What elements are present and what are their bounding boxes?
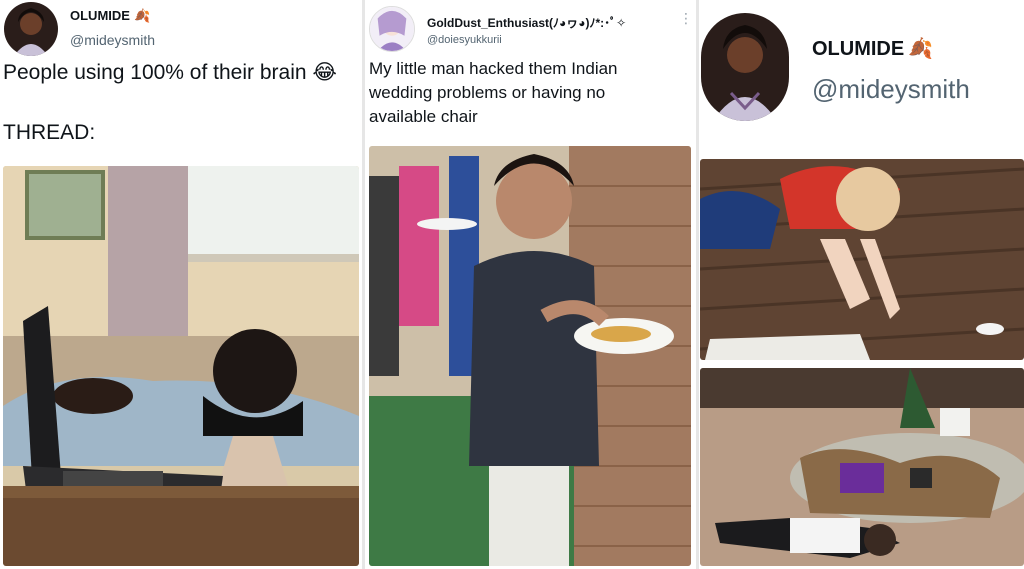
tweet-panel-left: OLUMIDE 🍂 @mideysmith People using 100% o… <box>0 0 362 569</box>
more-options-icon[interactable]: ⋮ <box>679 10 693 27</box>
leaf-emoji-icon: 🍂 <box>908 38 934 60</box>
leaf-emoji-icon: 🍂 <box>133 8 151 23</box>
avatar[interactable] <box>701 13 789 121</box>
tweet-text-thread: THREAD: <box>3 121 96 144</box>
author-name[interactable]: OLUMIDE 🍂 <box>70 8 150 24</box>
boy-plate-on-wall-photo[interactable] <box>369 146 691 566</box>
author-name[interactable]: GoldDust_Enthusiast(ﾉ◕ヮ◕)ﾉ*:･ﾟ✧ <box>427 14 626 31</box>
tweet-text: People using 100% of their brain 😂 <box>3 61 337 84</box>
tweet-panel-middle: GoldDust_Enthusiast(ﾉ◕ヮ◕)ﾉ*:･ﾟ✧ @doiesyu… <box>366 0 696 569</box>
boy-under-glass-table-photo[interactable] <box>700 368 1024 566</box>
laughing-emoji-icon: 😂 <box>312 61 337 84</box>
author-handle[interactable]: @mideysmith <box>70 32 155 48</box>
panel-divider <box>362 0 365 569</box>
sleeping-mannequin-laptop-photo[interactable] <box>3 166 359 566</box>
tweet-text: My little man hacked them Indian wedding… <box>369 59 618 126</box>
avatar[interactable] <box>369 6 415 52</box>
author-handle[interactable]: @mideysmith <box>812 74 970 105</box>
tweet-panel-right: OLUMIDE 🍂 @mideysmith <box>699 0 1024 569</box>
avatar[interactable] <box>4 2 58 56</box>
child-writing-on-deck-photo[interactable] <box>700 159 1024 360</box>
author-name[interactable]: OLUMIDE 🍂 <box>812 36 933 61</box>
author-handle[interactable]: @doiesyukkurii <box>427 34 502 46</box>
